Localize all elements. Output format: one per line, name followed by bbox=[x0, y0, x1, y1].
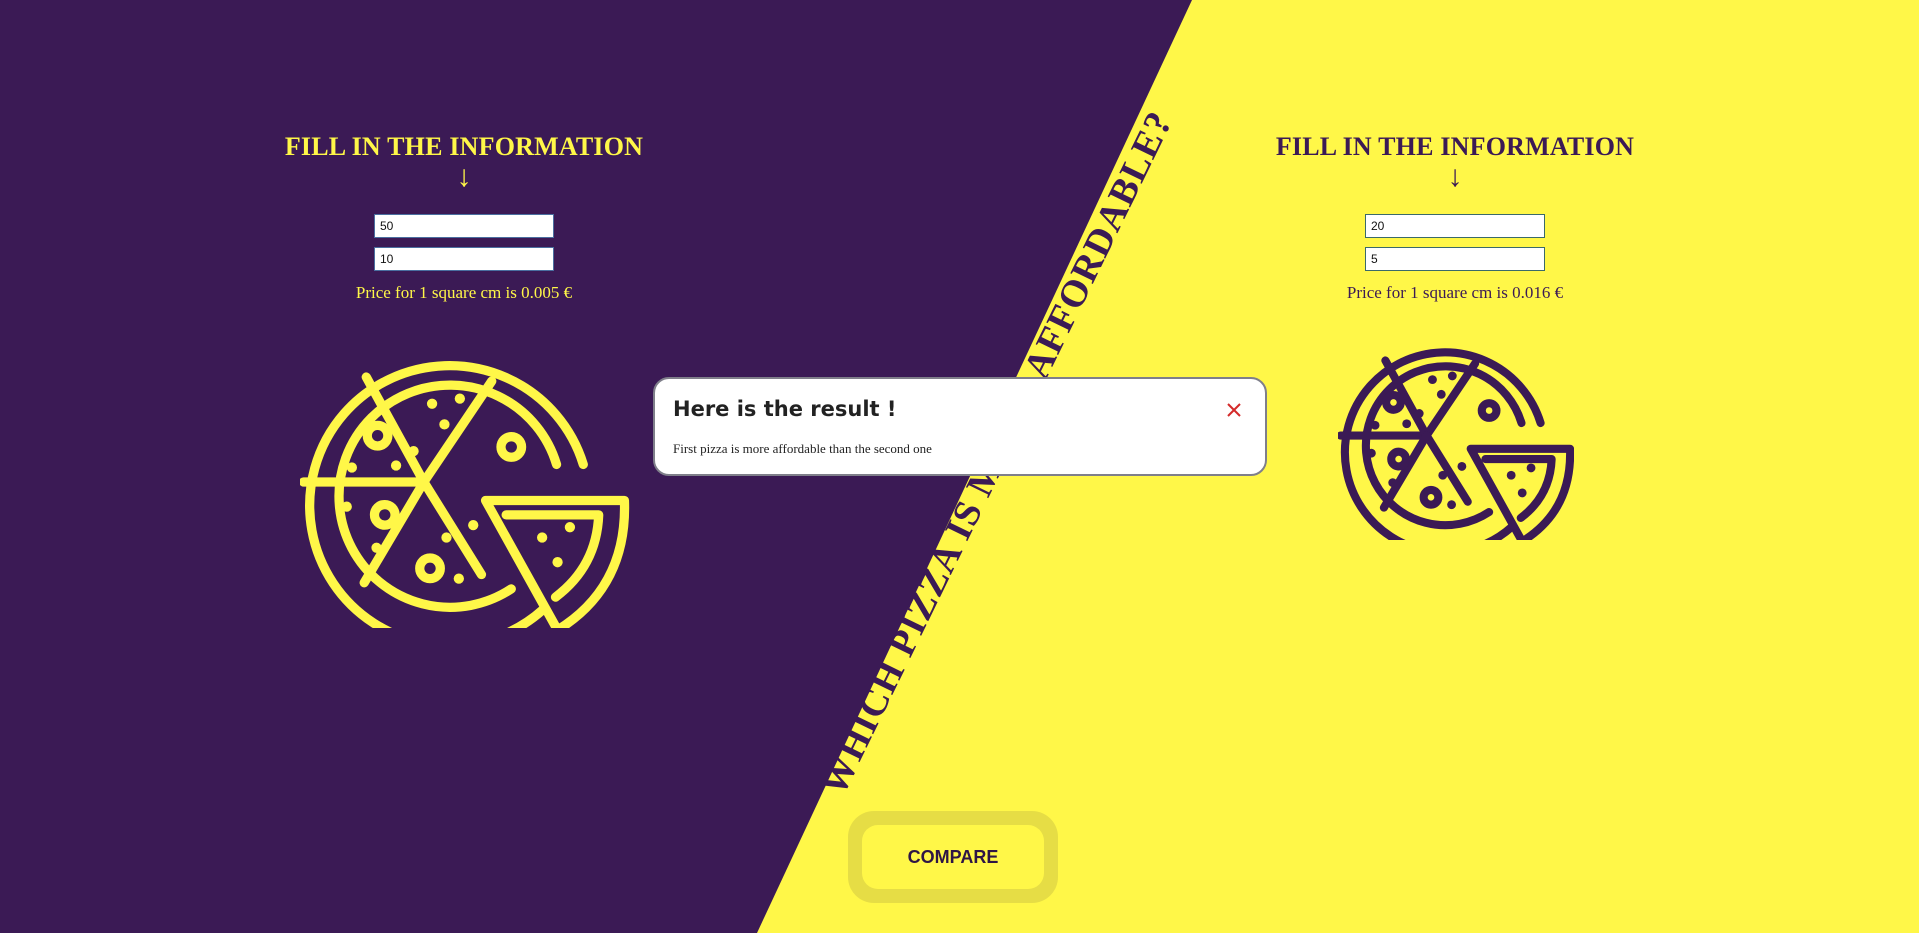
close-icon bbox=[1227, 403, 1241, 417]
close-button[interactable] bbox=[1225, 401, 1243, 419]
left-diameter-input[interactable] bbox=[374, 214, 554, 238]
modal-message: First pizza is more affordable than the … bbox=[673, 441, 932, 456]
pizza-icon bbox=[300, 361, 630, 628]
left-panel-title: FILL IN THE INFORMATION bbox=[284, 132, 644, 161]
compare-button-frame: COMPARE bbox=[848, 811, 1058, 903]
right-price-input[interactable] bbox=[1365, 247, 1545, 271]
left-inputs bbox=[204, 214, 724, 271]
right-diameter-input[interactable] bbox=[1365, 214, 1545, 238]
compare-button[interactable]: COMPARE bbox=[862, 825, 1044, 889]
modal-title: Here is the result ! bbox=[673, 397, 897, 421]
down-arrow-icon: ↓ bbox=[456, 160, 472, 193]
left-price-input[interactable] bbox=[374, 247, 554, 271]
right-panel-title: FILL IN THE INFORMATION bbox=[1275, 132, 1635, 161]
right-price-result: Price for 1 square cm is 0.016 € bbox=[1346, 283, 1564, 302]
right-inputs bbox=[1195, 214, 1715, 271]
pizza-icon bbox=[1338, 348, 1574, 540]
left-pizza-panel: FILL IN THE INFORMATION ↓ Price for 1 sq… bbox=[204, 130, 724, 303]
down-arrow-icon: ↓ bbox=[1447, 160, 1463, 193]
right-pizza-panel: FILL IN THE INFORMATION ↓ Price for 1 sq… bbox=[1195, 130, 1715, 303]
result-modal: Here is the result ! First pizza is more… bbox=[653, 377, 1267, 476]
left-price-result: Price for 1 square cm is 0.005 € bbox=[355, 283, 573, 302]
